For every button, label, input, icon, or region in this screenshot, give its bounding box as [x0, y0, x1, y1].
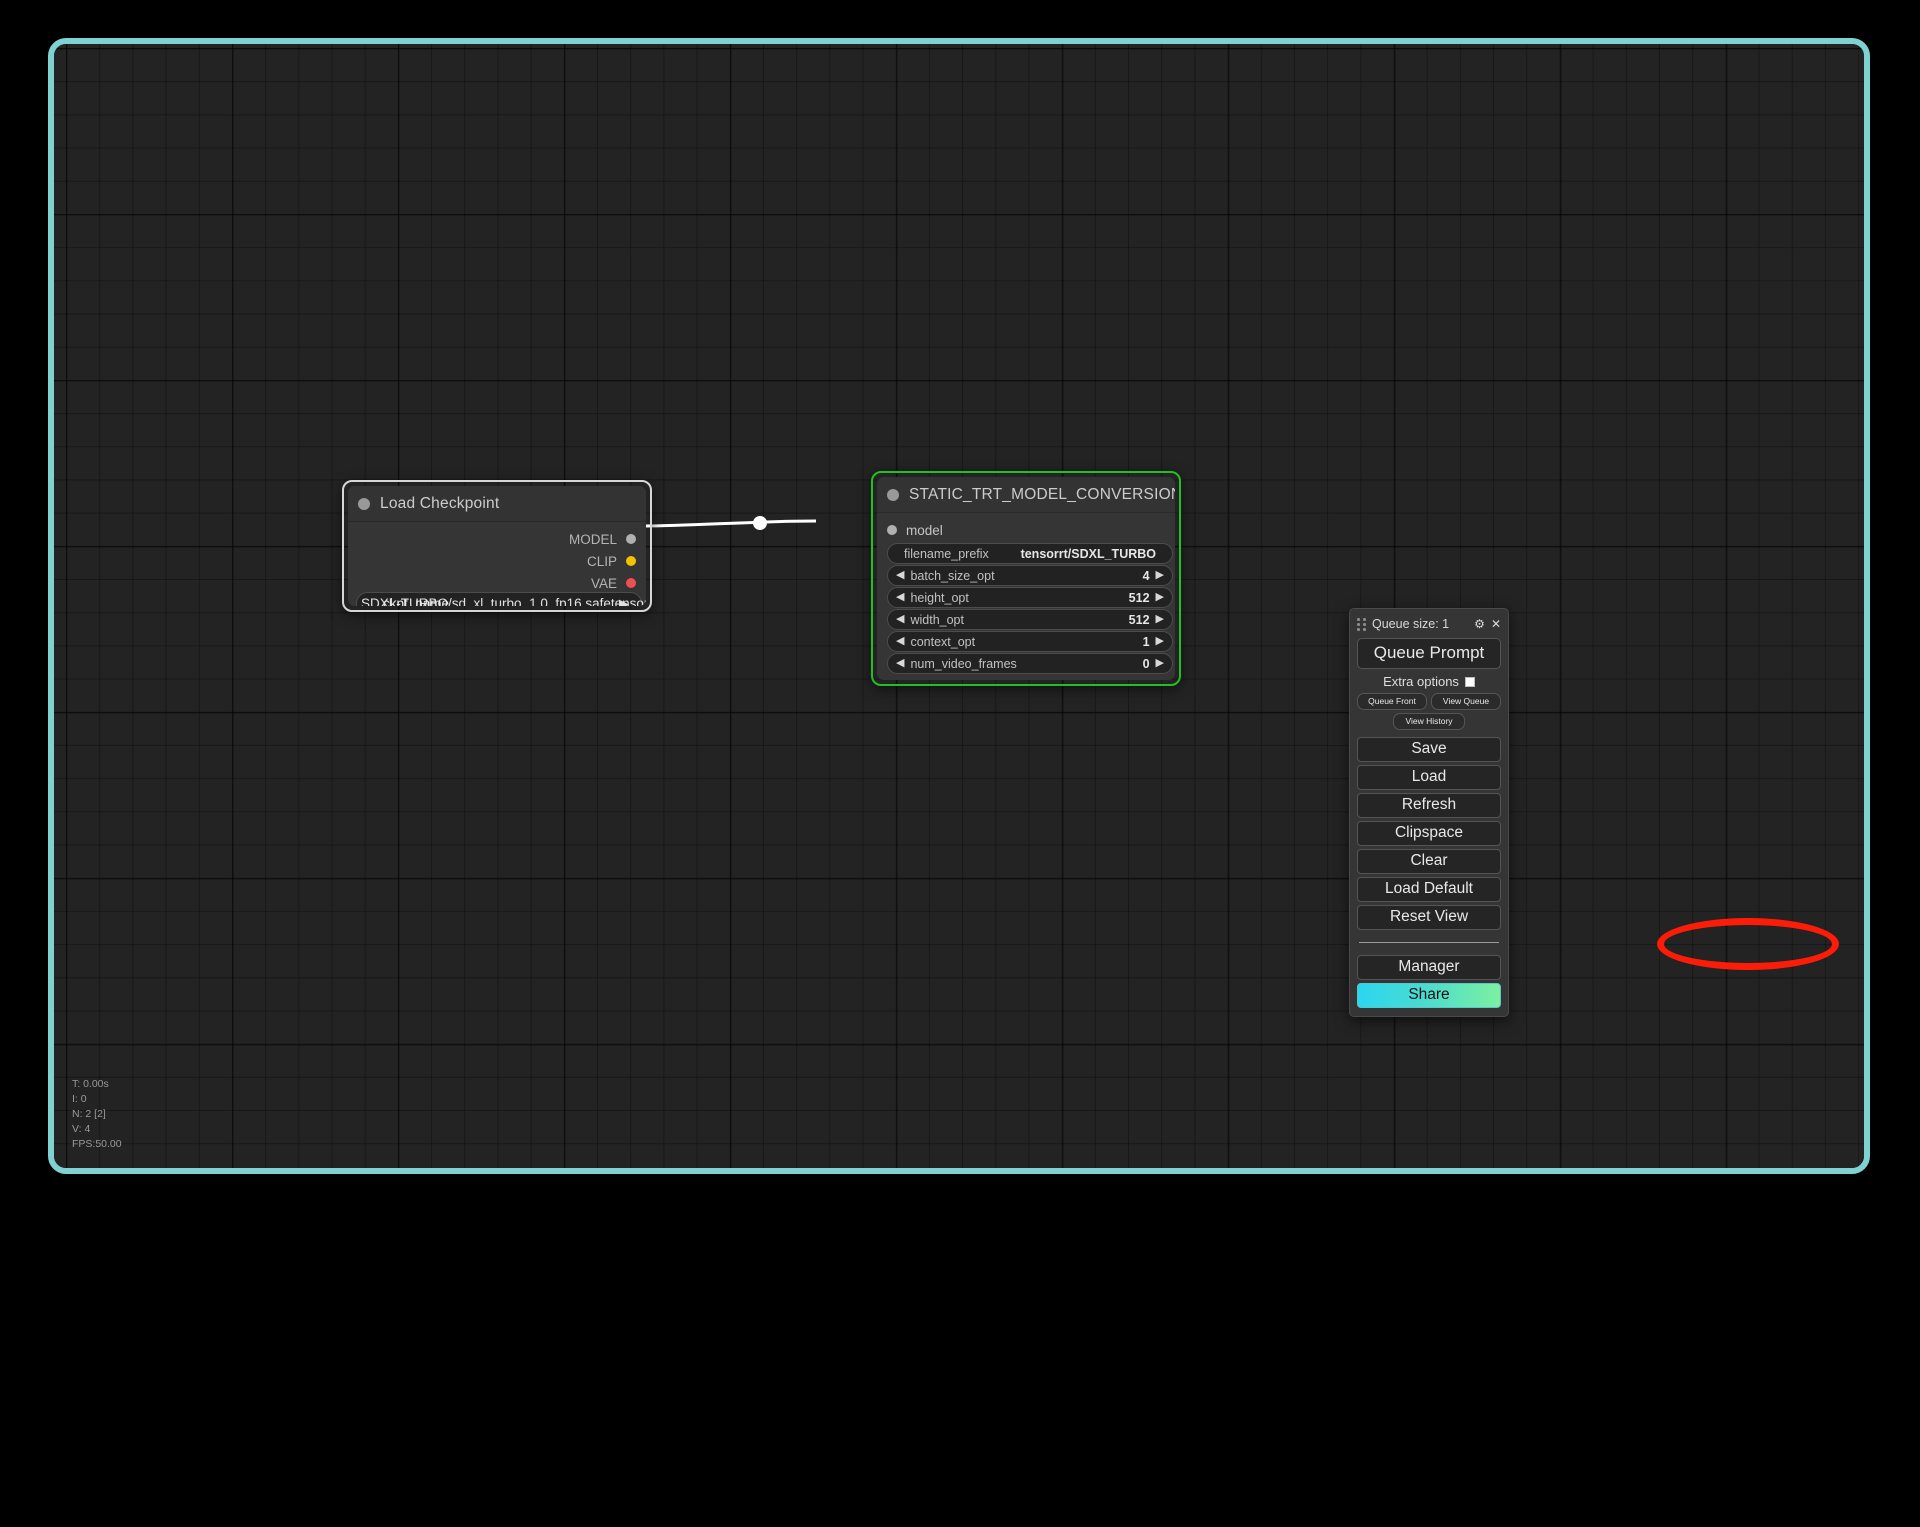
screen: Load Checkpoint MODEL CLIP VAE — [0, 0, 1920, 1527]
widget-width-opt-prev-arrow-icon[interactable]: ◀ — [896, 614, 904, 625]
node-load-checkpoint-title: Load Checkpoint — [380, 495, 499, 513]
widget-width-opt-next-arrow-icon[interactable]: ▶ — [1156, 614, 1164, 625]
widget-height-opt-value: 512 — [1129, 591, 1150, 605]
view-queue-button[interactable]: View Queue — [1431, 693, 1501, 710]
output-slot-clip[interactable]: CLIP — [587, 554, 636, 568]
widget-context-opt-prev-arrow-icon[interactable]: ◀ — [896, 636, 904, 647]
output-pip-model-icon[interactable] — [626, 534, 636, 544]
manager-button[interactable]: Manager — [1357, 955, 1501, 980]
input-slot-model-label: model — [906, 523, 943, 538]
output-slot-model[interactable]: MODEL — [569, 532, 636, 546]
widget-batch-size-opt-value: 4 — [1143, 569, 1150, 583]
node-load-checkpoint-inner: Load Checkpoint MODEL CLIP VAE — [348, 486, 646, 606]
widget-ckpt-name-label: ckpt_name — [383, 596, 449, 606]
input-slot-model[interactable]: model — [887, 523, 943, 537]
node-static-trt-title: STATIC_TRT_MODEL_CONVERSION — [909, 486, 1175, 504]
menu-header-icons: ⚙ ✕ — [1474, 618, 1501, 630]
clear-button[interactable]: Clear — [1357, 849, 1501, 874]
widget-context-opt-label: context_opt — [910, 635, 975, 649]
comfy-menu-panel[interactable]: Queue size: 1 ⚙ ✕ Queue Prompt Extra opt… — [1349, 608, 1509, 1017]
stat-nodes: N: 2 [2] — [72, 1107, 122, 1122]
input-pip-model-icon[interactable] — [887, 525, 897, 535]
node-static-trt-model-conversion-inner: STATIC_TRT_MODEL_CONVERSION model filena… — [877, 477, 1175, 680]
widget-batch-size-opt-label: batch_size_opt — [910, 569, 994, 583]
stat-fps: FPS:50.00 — [72, 1137, 122, 1152]
collapse-dot-icon[interactable] — [887, 489, 899, 501]
widget-ckpt-name[interactable]: SDXL-TURBO/sd_xl_turbo_1.0_fp16.safetens… — [356, 592, 642, 606]
queue-size-label: Queue size: 1 — [1372, 617, 1449, 631]
widget-context-opt-next-arrow-icon[interactable]: ▶ — [1156, 636, 1164, 647]
gear-icon[interactable]: ⚙ — [1474, 618, 1485, 630]
output-pip-clip-icon[interactable] — [626, 556, 636, 566]
output-slot-model-label: MODEL — [569, 532, 617, 547]
node-static-trt-model-conversion[interactable]: STATIC_TRT_MODEL_CONVERSION model filena… — [871, 471, 1181, 686]
menu-header: Queue size: 1 ⚙ ✕ — [1357, 615, 1501, 633]
stat-vertices: V: 4 — [72, 1122, 122, 1137]
refresh-button[interactable]: Refresh — [1357, 793, 1501, 818]
queue-front-button[interactable]: Queue Front — [1357, 693, 1427, 710]
extra-options-checkbox[interactable] — [1465, 677, 1475, 687]
queue-prompt-button[interactable]: Queue Prompt — [1357, 638, 1501, 669]
node-load-checkpoint-titlebar[interactable]: Load Checkpoint — [348, 486, 646, 522]
widget-width-opt-value: 512 — [1129, 613, 1150, 627]
widget-batch-size-opt-next-arrow-icon[interactable]: ▶ — [1156, 570, 1164, 581]
output-slot-clip-label: CLIP — [587, 554, 617, 569]
queue-buttons-row: Queue Front View Queue — [1357, 693, 1501, 710]
drag-handle-icon[interactable] — [1357, 618, 1366, 630]
canvas-stats-overlay: T: 0.00s I: 0 N: 2 [2] V: 4 FPS:50.00 — [72, 1077, 122, 1152]
widget-height-opt-label: height_opt — [910, 591, 968, 605]
widget-width-opt[interactable]: ◀ width_opt 512 ▶ — [887, 609, 1173, 630]
widget-num-video-frames-prev-arrow-icon[interactable]: ◀ — [896, 658, 904, 669]
widget-height-opt-next-arrow-icon[interactable]: ▶ — [1156, 592, 1164, 603]
stat-iterations: I: 0 — [72, 1092, 122, 1107]
widget-context-opt-value: 1 — [1143, 635, 1150, 649]
clipspace-button[interactable]: Clipspace — [1357, 821, 1501, 846]
load-button[interactable]: Load — [1357, 765, 1501, 790]
stat-time: T: 0.00s — [72, 1077, 122, 1092]
save-button[interactable]: Save — [1357, 737, 1501, 762]
view-history-button[interactable]: View History — [1393, 713, 1465, 730]
widget-height-opt-prev-arrow-icon[interactable]: ◀ — [896, 592, 904, 603]
widget-num-video-frames[interactable]: ◀ num_video_frames 0 ▶ — [887, 653, 1173, 674]
output-pip-vae-icon[interactable] — [626, 578, 636, 588]
widget-num-video-frames-next-arrow-icon[interactable]: ▶ — [1156, 658, 1164, 669]
output-slot-vae-label: VAE — [591, 576, 617, 591]
widget-num-video-frames-value: 0 — [1143, 657, 1150, 671]
share-button[interactable]: Share — [1357, 983, 1501, 1008]
widget-width-opt-label: width_opt — [910, 613, 964, 627]
extra-options-label: Extra options — [1383, 674, 1459, 689]
extra-options-row[interactable]: Extra options — [1357, 674, 1501, 689]
widget-filename-prefix[interactable]: filename_prefix tensorrt/SDXL_TURBO — [887, 543, 1173, 564]
widget-batch-size-opt[interactable]: ◀ batch_size_opt 4 ▶ — [887, 565, 1173, 586]
widget-batch-size-opt-prev-arrow-icon[interactable]: ◀ — [896, 570, 904, 581]
menu-divider — [1359, 942, 1499, 943]
widget-num-video-frames-label: num_video_frames — [910, 657, 1016, 671]
output-slot-vae[interactable]: VAE — [591, 576, 636, 590]
close-icon[interactable]: ✕ — [1491, 618, 1501, 630]
widget-height-opt[interactable]: ◀ height_opt 512 ▶ — [887, 587, 1173, 608]
load-default-button[interactable]: Load Default — [1357, 877, 1501, 902]
node-load-checkpoint-body: MODEL CLIP VAE SDXL-TURBO/sd_xl_turbo_1.… — [348, 522, 646, 606]
view-history-row: View History — [1357, 713, 1501, 730]
widget-filename-prefix-label: filename_prefix — [904, 547, 989, 561]
graph-canvas[interactable]: Load Checkpoint MODEL CLIP VAE — [48, 38, 1870, 1174]
widget-context-opt[interactable]: ◀ context_opt 1 ▶ — [887, 631, 1173, 652]
node-load-checkpoint[interactable]: Load Checkpoint MODEL CLIP VAE — [342, 480, 652, 612]
widget-filename-prefix-value: tensorrt/SDXL_TURBO — [1021, 547, 1156, 561]
widget-ckpt-name-next-arrow-icon[interactable]: ▶ — [619, 597, 629, 606]
node-static-trt-titlebar[interactable]: STATIC_TRT_MODEL_CONVERSION — [877, 477, 1175, 513]
node-static-trt-body: model filename_prefix tensorrt/SDXL_TURB… — [877, 513, 1175, 680]
reset-view-button[interactable]: Reset View — [1357, 905, 1501, 930]
collapse-dot-icon[interactable] — [358, 498, 370, 510]
